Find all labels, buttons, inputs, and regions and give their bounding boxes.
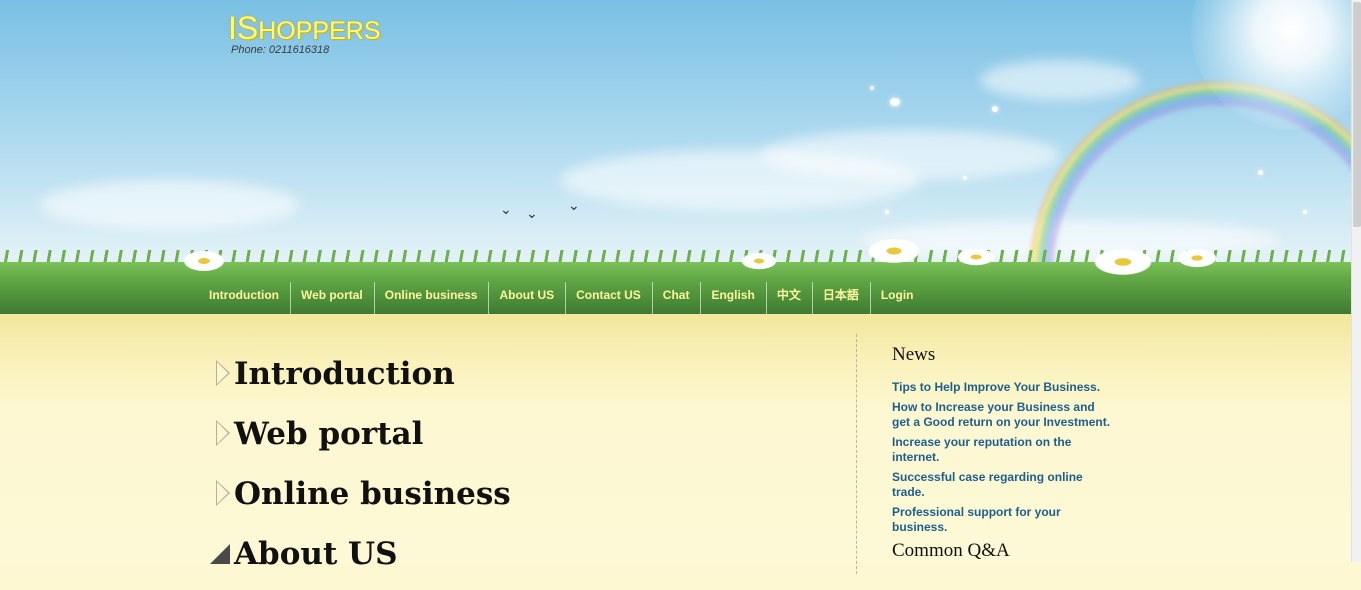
sparkle-icon bbox=[1258, 170, 1263, 175]
nav-contact-us[interactable]: Contact US bbox=[565, 276, 652, 314]
section-title: Online business bbox=[234, 476, 511, 512]
news-title: News bbox=[892, 344, 936, 365]
collapsed-arrow-icon bbox=[216, 480, 230, 506]
logo-phone: Phone: 0211616318 bbox=[231, 44, 330, 56]
daisy-decoration bbox=[866, 238, 922, 264]
nav-login[interactable]: Login bbox=[869, 276, 925, 314]
sparkle-icon bbox=[890, 98, 900, 106]
daisy-decoration bbox=[956, 248, 996, 266]
nav-introduction[interactable]: Introduction bbox=[198, 276, 290, 314]
nav-online-business[interactable]: Online business bbox=[373, 276, 489, 314]
news-link[interactable]: Professional support for your business. bbox=[892, 505, 1112, 535]
nav-about-us[interactable]: About US bbox=[488, 276, 565, 314]
bird-icon: ⌄ bbox=[500, 201, 512, 217]
news-link[interactable]: Increase your reputation on the internet… bbox=[892, 435, 1112, 465]
header-banner: ⌄ ⌄ ⌄ ISHOPPERS Phone: 0211616318 Introd… bbox=[0, 0, 1351, 314]
nav-chinese[interactable]: 中文 bbox=[765, 276, 812, 314]
bird-icon: ⌄ bbox=[526, 205, 538, 221]
daisy-decoration bbox=[182, 250, 226, 272]
bird-icon: ⌄ bbox=[568, 197, 580, 213]
main-nav: Introduction Web portal Online business … bbox=[198, 276, 925, 314]
collapsed-arrow-icon bbox=[216, 360, 230, 386]
news-sidebar: News Tips to Help Improve Your Business.… bbox=[892, 344, 1112, 562]
news-link[interactable]: How to Increase your Business and get a … bbox=[892, 400, 1112, 430]
nav-chat[interactable]: Chat bbox=[651, 276, 701, 314]
sparkle-icon bbox=[870, 86, 874, 90]
qa-title: Common Q&A bbox=[892, 540, 1010, 561]
daisy-decoration bbox=[1092, 248, 1154, 276]
section-title: Introduction bbox=[234, 356, 455, 392]
sparkle-icon bbox=[963, 176, 967, 180]
vertical-scrollbar[interactable] bbox=[1351, 0, 1361, 562]
daisy-decoration bbox=[740, 252, 778, 270]
daisy-decoration bbox=[1176, 248, 1218, 268]
logo-text: ISHOPPERS bbox=[228, 10, 381, 46]
section-title: Web portal bbox=[234, 416, 424, 452]
collapsed-arrow-icon bbox=[216, 420, 230, 446]
news-link[interactable]: Tips to Help Improve Your Business. bbox=[892, 380, 1112, 395]
scrollbar-thumb[interactable] bbox=[1353, 2, 1361, 227]
news-link[interactable]: Successful case regarding online trade. bbox=[892, 470, 1112, 500]
nav-japanese[interactable]: 日本語 bbox=[811, 276, 870, 314]
column-divider bbox=[856, 334, 857, 574]
main-content: Introduction Web portal Online business … bbox=[0, 314, 1351, 574]
sparkle-icon bbox=[992, 106, 998, 112]
sparkle-icon bbox=[1303, 210, 1307, 214]
section-title: About US bbox=[234, 536, 398, 572]
nav-web-portal[interactable]: Web portal bbox=[289, 276, 374, 314]
site-logo[interactable]: ISHOPPERS Phone: 0211616318 bbox=[228, 10, 381, 56]
nav-english[interactable]: English bbox=[700, 276, 765, 314]
cloud-decoration bbox=[760, 130, 1060, 180]
sparkle-icon bbox=[885, 210, 889, 214]
cloud-decoration bbox=[40, 180, 300, 230]
expanded-arrow-icon bbox=[210, 544, 230, 564]
cloud-decoration bbox=[980, 60, 1140, 100]
